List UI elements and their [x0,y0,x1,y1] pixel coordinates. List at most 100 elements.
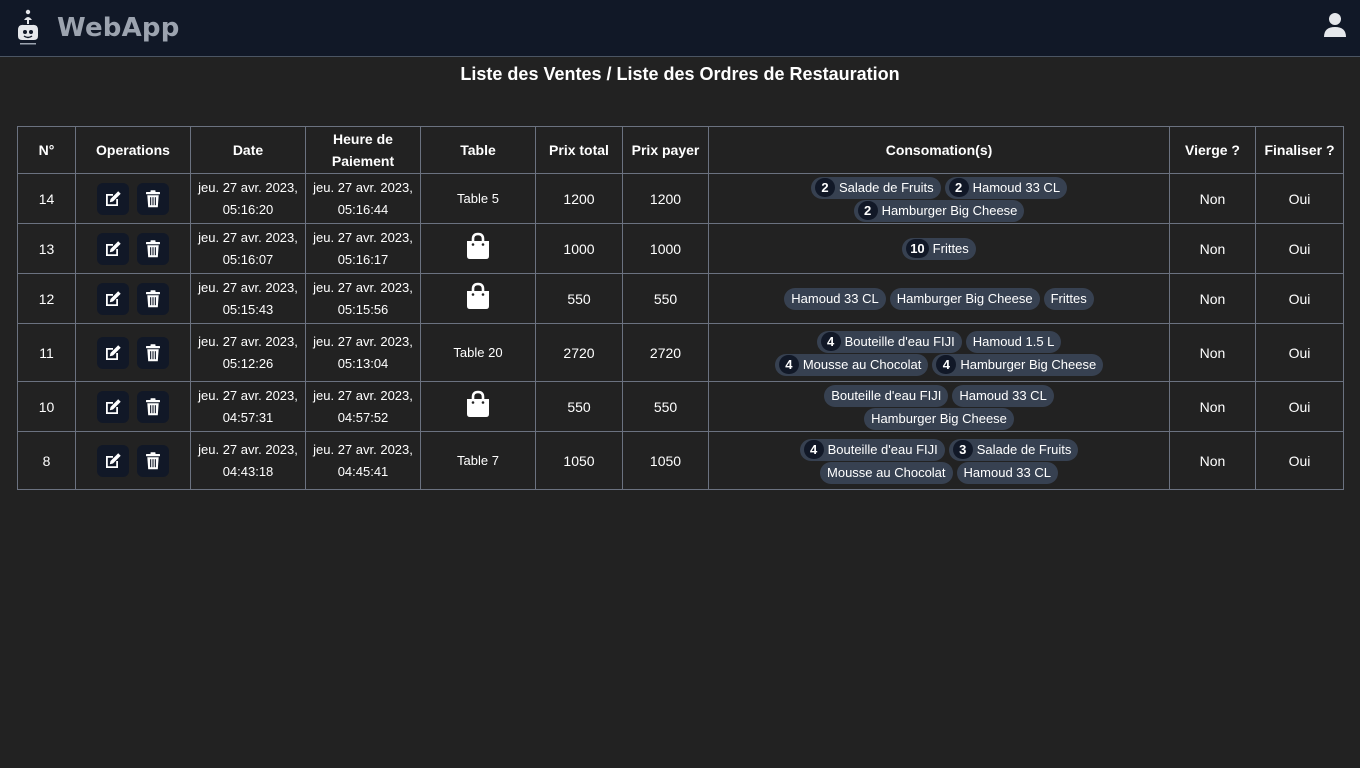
edit-icon [104,398,122,416]
user-icon[interactable] [1323,12,1347,38]
table-row: 8 jeu. 27 avr. 2023, 04:43:18 jeu. 27 avr.… [17,431,1344,490]
delete-button[interactable] [137,390,169,423]
consumption-chip: Hamoud 1.5 L [965,330,1062,353]
cell-vierge: Non [1169,431,1256,490]
cell-table [420,381,536,432]
cell-date: jeu. 27 avr. 2023, 04:43:18 [190,431,306,490]
trash-icon [145,451,161,470]
cell-num: 11 [17,323,76,382]
item-name: Salade de Fruits [976,441,1072,457]
trash-icon [145,343,161,362]
cell-date: jeu. 27 avr. 2023, 04:57:31 [190,381,306,432]
item-name: Frittes [932,241,969,256]
quantity-badge: 4 [803,439,824,459]
consumption-chip: Frittes [1043,288,1094,310]
header-operations: Operations [75,126,191,174]
sales-table: N° Operations Date Heure de Paiement Tab… [17,126,1344,490]
table-row: 10 jeu. 27 avr. 2023, 04:57:31 jeu. 27 avr… [17,381,1344,432]
item-name: Mousse au Chocolat [827,464,946,480]
cell-table [420,223,536,274]
header-prix-payer: Prix payer [622,126,709,174]
cell-num: 8 [17,431,76,490]
edit-button[interactable] [97,182,129,215]
consumption-chip: Mousse au Chocolat [820,461,953,484]
trash-icon [145,189,161,208]
cell-num: 10 [17,381,76,432]
quantity-badge: 2 [857,200,878,220]
cell-vierge: Non [1169,273,1256,324]
edit-button[interactable] [97,336,129,369]
table-header-row: N° Operations Date Heure de Paiement Tab… [17,126,1344,174]
app-brand[interactable]: WebApp [57,13,180,43]
chef-logo-icon[interactable] [14,8,42,48]
edit-button[interactable] [97,444,129,477]
header-table: Table [420,126,536,174]
delete-button[interactable] [137,444,169,477]
consumption-chip: 2 Hamoud 33 CL [944,176,1068,199]
consumption-chip: 2 Salade de Fruits [810,176,941,199]
edit-icon [104,452,122,470]
cell-consommations: 10 Frittes [708,223,1170,274]
item-name: Hamoud 1.5 L [972,333,1055,349]
cell-operations [75,273,191,324]
cell-table: Table 20 [420,323,536,382]
quantity-badge: 4 [778,354,799,374]
cell-num: 12 [17,273,76,324]
item-name: Hamoud 33 CL [959,387,1047,403]
cell-prix-total: 550 [535,381,623,432]
item-name: Hamoud 33 CL [963,464,1051,480]
header-vierge: Vierge ? [1169,126,1256,174]
delete-button[interactable] [137,282,169,315]
cell-table: Table 5 [420,173,536,224]
table-body: 14 jeu. 27 avr. 2023, 05:16:20 jeu. 27 avr… [17,173,1344,490]
cell-prix-total: 1050 [535,431,623,490]
header-date: Date [190,126,306,174]
edit-button[interactable] [97,282,129,315]
cell-table: Table 7 [420,431,536,490]
cell-finaliser: Oui [1255,273,1344,324]
item-name: Hamoud 33 CL [791,291,879,306]
cell-num: 13 [17,223,76,274]
cell-vierge: Non [1169,173,1256,224]
cell-operations [75,323,191,382]
header-num: N° [17,126,76,174]
shopping-bag-icon [465,282,491,316]
cell-consommations: 4 Bouteille d'eau FIJI Hamoud 1.5 L4 Mousse… [708,323,1170,382]
consumption-chip: Hamburger Big Cheese [864,407,1014,430]
cell-vierge: Non [1169,223,1256,274]
edit-button[interactable] [97,390,129,423]
delete-button[interactable] [137,336,169,369]
quantity-badge: 4 [820,331,841,351]
trash-icon [145,289,161,308]
header-consommations: Consomation(s) [708,126,1170,174]
cell-finaliser: Oui [1255,323,1344,382]
quantity-badge: 10 [906,239,929,258]
cell-prix-total: 2720 [535,323,623,382]
cell-consommations: Bouteille d'eau FIJI Hamoud 33 CL Hamburge… [708,381,1170,432]
navbar: WebApp [0,0,1360,57]
cell-prix-total: 550 [535,273,623,324]
cell-date: jeu. 27 avr. 2023, 05:15:43 [190,273,306,324]
cell-date: jeu. 27 avr. 2023, 05:16:07 [190,223,306,274]
cell-prix-total: 1200 [535,173,623,224]
quantity-badge: 2 [814,177,835,197]
header-prix-total: Prix total [535,126,623,174]
consumption-chip: 4 Hamburger Big Cheese [932,353,1104,376]
header-finaliser: Finaliser ? [1255,126,1344,174]
trash-icon [145,397,161,416]
delete-button[interactable] [137,232,169,265]
edit-button[interactable] [97,232,129,265]
item-name: Hamburger Big Cheese [896,291,1033,306]
cell-prix-total: 1000 [535,223,623,274]
page-title: Liste des Ventes / Liste des Ordres de R… [460,64,900,84]
cell-heure: jeu. 27 avr. 2023, 05:16:44 [305,173,421,224]
edit-icon [104,344,122,362]
consumption-chip: 4 Bouteille d'eau FIJI [816,330,962,353]
quantity-badge: 4 [936,354,957,374]
header-heure: Heure de Paiement [305,126,421,174]
edit-icon [104,290,122,308]
shopping-bag-icon [465,390,491,424]
quantity-badge: 2 [948,177,969,197]
item-name: Bouteille d'eau FIJI [844,333,955,349]
delete-button[interactable] [137,182,169,215]
